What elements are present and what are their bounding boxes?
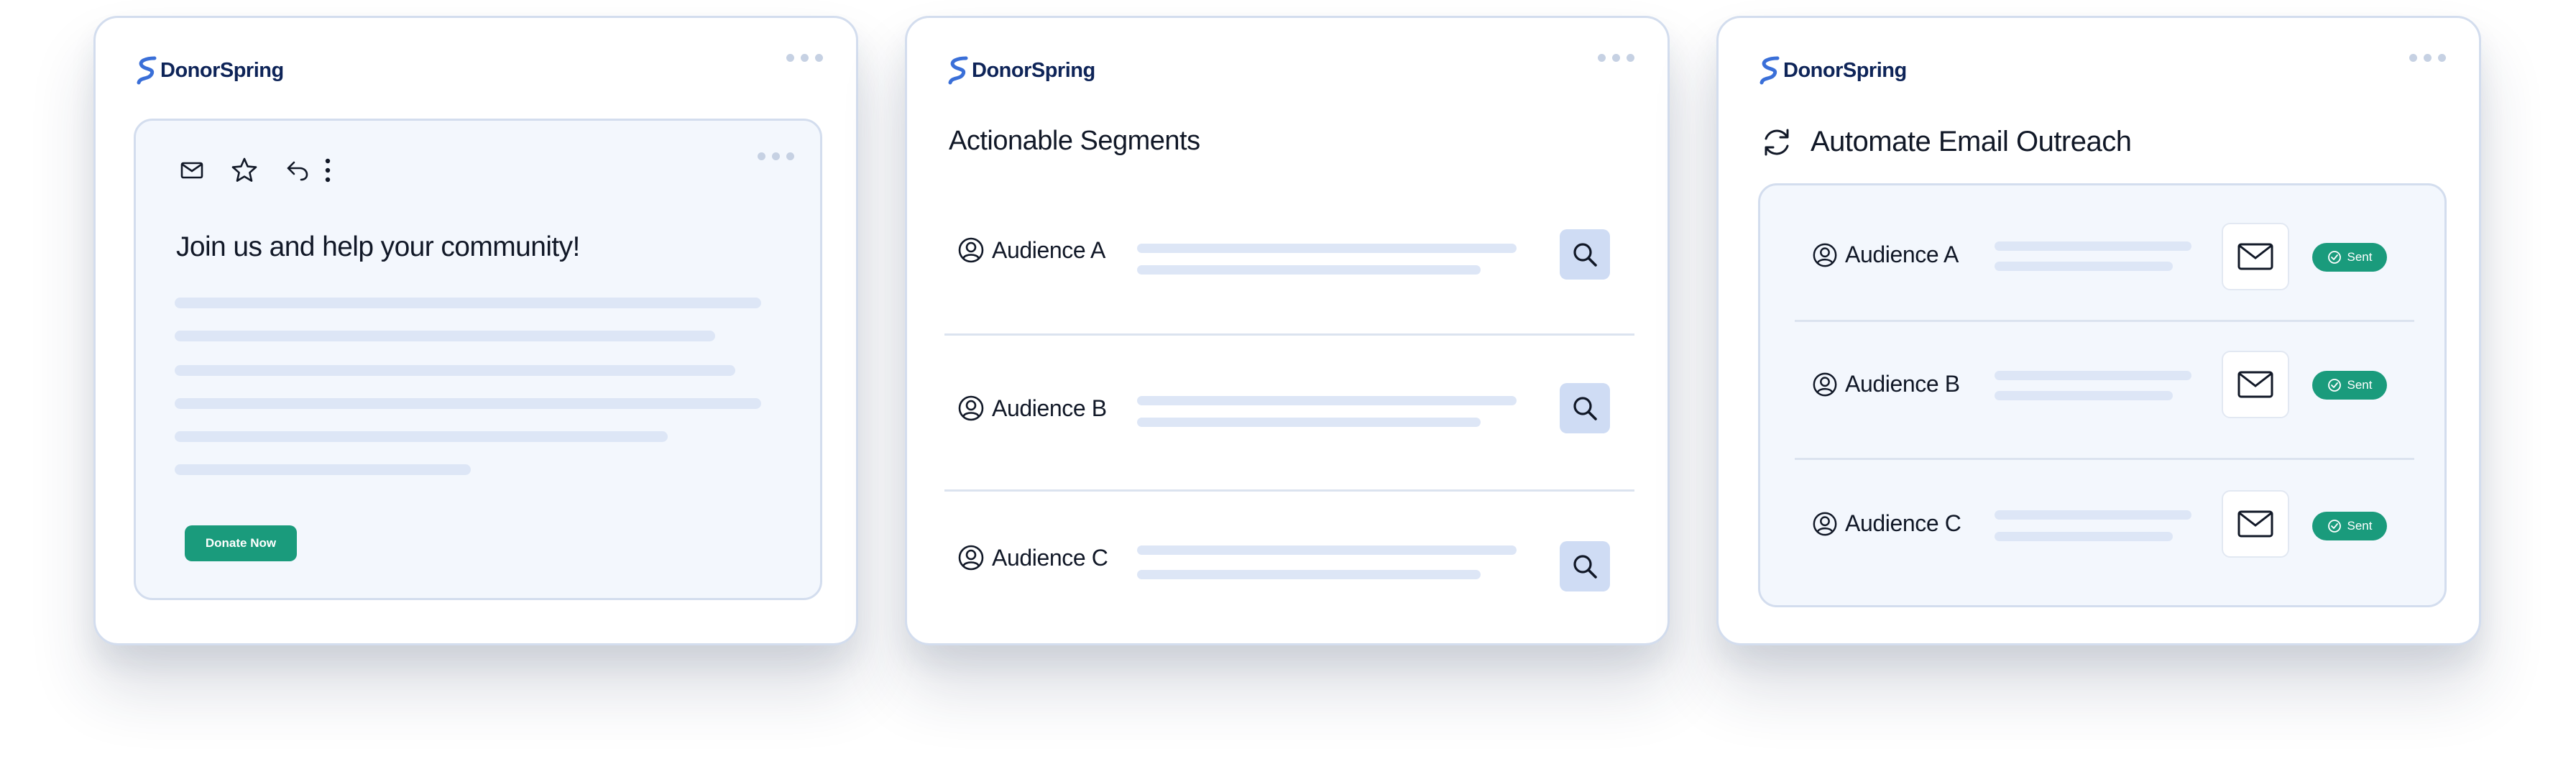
text-placeholder-line bbox=[1137, 545, 1517, 555]
text-placeholder-line bbox=[1995, 391, 2173, 400]
donorspring-logo-icon bbox=[137, 56, 157, 85]
status-text: Sent bbox=[2347, 250, 2373, 264]
segment-row[interactable]: Audience B bbox=[944, 336, 1634, 492]
outreach-card: DonorSpring Automate Email Outreach Audi… bbox=[1716, 16, 2481, 645]
brand-name: DonorSpring bbox=[160, 58, 284, 82]
email-toolbar bbox=[180, 157, 331, 184]
star-icon[interactable] bbox=[231, 157, 258, 184]
search-icon bbox=[1573, 555, 1597, 579]
outreach-row[interactable]: Audience B Sent bbox=[1795, 322, 2414, 460]
user-circle-icon bbox=[958, 237, 984, 263]
email-preview-card: DonorSpring Join us and help your commun… bbox=[93, 16, 858, 645]
text-placeholder-line bbox=[175, 431, 668, 442]
text-placeholder-line bbox=[1995, 241, 2191, 251]
text-placeholder-line bbox=[1995, 371, 2191, 380]
text-placeholder-line bbox=[1137, 418, 1481, 427]
check-circle-icon bbox=[2327, 520, 2341, 533]
reply-icon[interactable] bbox=[285, 160, 310, 181]
audience-name: Audience B bbox=[1845, 371, 1960, 397]
check-circle-icon bbox=[2327, 379, 2341, 392]
search-icon bbox=[1573, 397, 1597, 420]
segments-title: Actionable Segments bbox=[949, 126, 1200, 156]
text-placeholder-line bbox=[175, 464, 471, 475]
mail-icon[interactable] bbox=[180, 161, 203, 180]
more-vertical-icon[interactable] bbox=[324, 157, 331, 183]
outreach-row[interactable]: Audience A Sent bbox=[1795, 185, 2414, 322]
search-button[interactable] bbox=[1560, 383, 1610, 433]
donorspring-logo: DonorSpring bbox=[1759, 54, 1907, 87]
outreach-row[interactable]: Audience C Sent bbox=[1795, 460, 2414, 604]
text-placeholder-line bbox=[1137, 265, 1481, 275]
text-placeholder-line bbox=[175, 298, 761, 308]
segments-card: DonorSpring Actionable Segments Audience… bbox=[905, 16, 1670, 645]
segment-row[interactable]: Audience C bbox=[944, 494, 1634, 637]
audience-name: Audience A bbox=[1845, 241, 1959, 267]
donate-now-button[interactable]: Donate Now bbox=[185, 525, 297, 561]
audience-name: Audience B bbox=[992, 395, 1107, 421]
audience-label: Audience B bbox=[957, 395, 1107, 422]
donorspring-logo: DonorSpring bbox=[947, 54, 1095, 87]
status-badge: Sent bbox=[2312, 371, 2387, 400]
status-badge: Sent bbox=[2312, 243, 2387, 272]
send-email-button[interactable] bbox=[2222, 490, 2289, 558]
text-placeholder-line bbox=[1995, 262, 2173, 271]
brand-name: DonorSpring bbox=[972, 58, 1095, 82]
audience-label: Audience C bbox=[1812, 510, 1961, 537]
email-panel: Join us and help your community! Donate … bbox=[134, 119, 822, 600]
email-subject: Join us and help your community! bbox=[176, 231, 580, 262]
outreach-panel: Audience A Sent Audience B Sent Audience… bbox=[1758, 183, 2447, 607]
audience-label: Audience A bbox=[1812, 241, 1959, 268]
text-placeholder-line bbox=[175, 331, 715, 341]
text-placeholder-line bbox=[1137, 396, 1517, 405]
status-text: Sent bbox=[2347, 519, 2373, 533]
audience-label: Audience C bbox=[957, 544, 1108, 571]
audience-name: Audience A bbox=[992, 236, 1105, 263]
card-menu-dots[interactable] bbox=[1598, 54, 1634, 62]
donorspring-logo: DonorSpring bbox=[136, 54, 284, 87]
status-badge: Sent bbox=[2312, 512, 2387, 540]
audience-name: Audience C bbox=[992, 544, 1108, 571]
donorspring-logo-icon bbox=[1760, 56, 1780, 85]
check-circle-icon bbox=[2327, 251, 2341, 264]
card-menu-dots[interactable] bbox=[2409, 54, 2446, 62]
outreach-title: Automate Email Outreach bbox=[1811, 126, 2132, 157]
segment-row[interactable]: Audience A bbox=[944, 192, 1634, 336]
user-circle-icon bbox=[958, 545, 984, 571]
text-placeholder-line bbox=[175, 365, 735, 376]
donorspring-logo-icon bbox=[948, 56, 968, 85]
email-menu-dots[interactable] bbox=[758, 152, 794, 160]
mail-icon bbox=[2237, 371, 2273, 398]
search-button[interactable] bbox=[1560, 229, 1610, 280]
search-button[interactable] bbox=[1560, 541, 1610, 591]
audience-name: Audience C bbox=[1845, 510, 1961, 536]
audience-label: Audience A bbox=[957, 236, 1105, 264]
search-icon bbox=[1573, 243, 1597, 267]
audience-label: Audience B bbox=[1812, 371, 1960, 397]
user-circle-icon bbox=[1813, 512, 1837, 535]
card-menu-dots[interactable] bbox=[786, 54, 823, 62]
brand-name: DonorSpring bbox=[1783, 58, 1907, 82]
status-text: Sent bbox=[2347, 378, 2373, 392]
user-circle-icon bbox=[958, 395, 984, 421]
text-placeholder-line bbox=[1995, 510, 2191, 520]
text-placeholder-line bbox=[1137, 244, 1517, 253]
mail-icon bbox=[2237, 243, 2273, 270]
mail-icon bbox=[2237, 510, 2273, 538]
user-circle-icon bbox=[1813, 372, 1837, 396]
text-placeholder-line bbox=[1137, 570, 1481, 579]
text-placeholder-line bbox=[1995, 532, 2173, 541]
text-placeholder-line bbox=[175, 398, 761, 409]
send-email-button[interactable] bbox=[2222, 351, 2289, 418]
send-email-button[interactable] bbox=[2222, 223, 2289, 290]
user-circle-icon bbox=[1813, 243, 1837, 267]
refresh-icon bbox=[1760, 126, 1793, 162]
